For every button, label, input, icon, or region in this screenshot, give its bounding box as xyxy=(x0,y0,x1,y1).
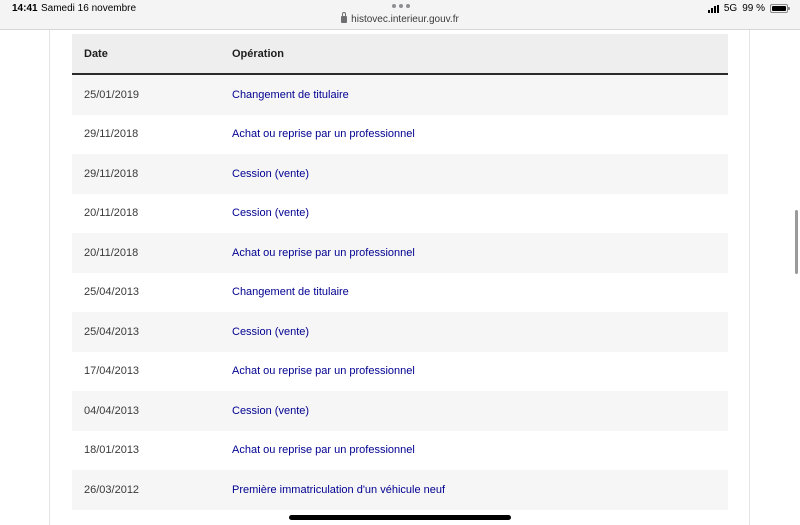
row-date: 20/11/2018 xyxy=(84,207,139,220)
battery-icon xyxy=(770,4,790,13)
row-operation: Achat ou reprise par un professionnel xyxy=(232,365,415,378)
scrollbar[interactable] xyxy=(795,210,798,274)
table-row: 25/04/2013 Cession (vente) xyxy=(72,312,728,352)
row-date: 29/11/2018 xyxy=(84,167,139,180)
row-date: 04/04/2013 xyxy=(84,404,140,417)
status-indicators: 5G 99 % xyxy=(707,3,790,14)
status-date: Samedi 16 novembre xyxy=(41,3,137,14)
table-header: Date Opération xyxy=(72,34,728,75)
table-row: 25/01/2019 Changement de titulaire xyxy=(72,75,728,115)
page-edge-right xyxy=(749,30,750,525)
network-label: 5G xyxy=(723,3,738,14)
row-date: 26/03/2012 xyxy=(84,483,140,496)
table-row: 29/11/2018 Achat ou reprise par un profes… xyxy=(72,114,728,154)
table-row: 25/04/2013 Changement de titulaire xyxy=(72,272,728,312)
home-indicator[interactable] xyxy=(289,515,511,520)
url-text: histovec.interieur.gouv.fr xyxy=(351,14,459,25)
row-date: 18/01/2013 xyxy=(84,444,140,457)
row-date: 25/04/2013 xyxy=(84,286,140,299)
row-operation: Cession (vente) xyxy=(232,207,310,220)
row-operation: Achat ou reprise par un professionnel xyxy=(232,128,415,141)
lock-icon xyxy=(341,12,348,23)
table-row: 18/01/2013 Achat ou reprise par un profes… xyxy=(72,430,728,470)
row-date: 17/04/2013 xyxy=(84,365,140,378)
table-row: 17/04/2013 Achat ou reprise par un profes… xyxy=(72,351,728,391)
table-row: 20/11/2018 Achat ou reprise par un profes… xyxy=(72,233,728,273)
row-date: 25/04/2013 xyxy=(84,325,140,338)
page-edge-left xyxy=(49,30,50,525)
tab-dots-icon[interactable] xyxy=(392,4,410,8)
row-operation: Première immatriculation d'un véhicule n… xyxy=(232,483,446,496)
row-operation: Cession (vente) xyxy=(232,404,310,417)
battery-percent: 99 % xyxy=(742,3,765,14)
row-operation: Changement de titulaire xyxy=(232,286,349,299)
signal-icon xyxy=(707,4,719,13)
row-date: 29/11/2018 xyxy=(84,128,139,141)
row-operation: Cession (vente) xyxy=(232,325,310,338)
history-table: Date Opération 25/01/2019 Changement de t… xyxy=(72,34,728,510)
table-row: 26/03/2012 Première immatriculation d'un … xyxy=(72,470,728,510)
row-date: 25/01/2019 xyxy=(84,88,140,101)
table-row: 04/04/2013 Cession (vente) xyxy=(72,391,728,431)
status-time: 14:41 xyxy=(12,3,38,14)
row-operation: Achat ou reprise par un professionnel xyxy=(232,444,415,457)
column-header-date: Date xyxy=(84,47,108,60)
column-header-operation: Opération xyxy=(232,47,284,60)
row-operation: Cession (vente) xyxy=(232,167,310,180)
table-row: 29/11/2018 Cession (vente) xyxy=(72,154,728,194)
table-row: 20/11/2018 Cession (vente) xyxy=(72,193,728,233)
row-operation: Achat ou reprise par un professionnel xyxy=(232,246,415,259)
table-body: 25/01/2019 Changement de titulaire 29/11/2… xyxy=(72,75,728,510)
row-date: 20/11/2018 xyxy=(84,246,139,259)
status-bar: 14:41 Samedi 16 novembre histovec.interi… xyxy=(0,0,800,30)
address-bar[interactable]: histovec.interieur.gouv.fr xyxy=(0,12,800,25)
row-operation: Changement de titulaire xyxy=(232,88,349,101)
